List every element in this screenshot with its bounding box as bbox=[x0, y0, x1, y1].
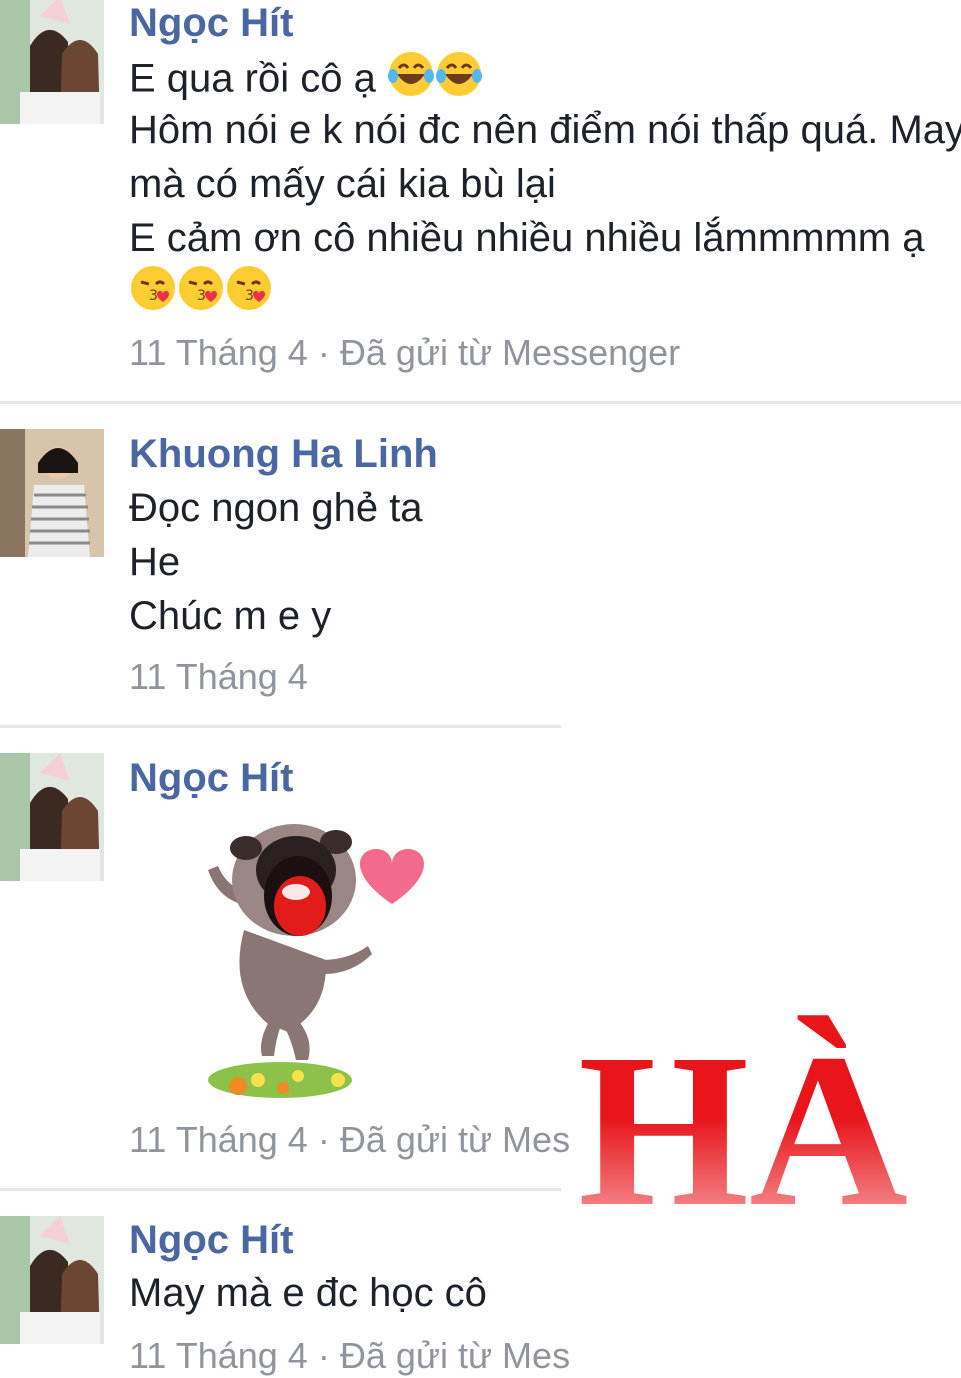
message-meta: 11 Tháng 4 · Đã gửi từ Mes bbox=[129, 1335, 571, 1376]
svg-text:3: 3 bbox=[149, 288, 158, 304]
svg-text:3: 3 bbox=[197, 288, 206, 304]
message-line: Đọc ngon ghẻ ta bbox=[129, 486, 423, 530]
avatar[interactable] bbox=[0, 0, 104, 124]
message-line: He bbox=[129, 540, 181, 584]
message-meta: 11 Tháng 4 bbox=[129, 656, 308, 697]
message-line: Chúc m e y bbox=[129, 594, 332, 638]
watermark-text: HÀ bbox=[578, 1010, 961, 1250]
avatar[interactable] bbox=[0, 429, 104, 557]
message-line: Hôm nói e k nói đc nên điểm nói thấp quá… bbox=[129, 108, 961, 152]
svg-text:3: 3 bbox=[245, 288, 254, 304]
message-meta: 11 Tháng 4 · Đã gửi từ Messenger bbox=[129, 332, 681, 373]
kissing-heart-icon: 3 bbox=[225, 264, 273, 326]
sender-name[interactable]: Khuong Ha Linh bbox=[129, 431, 438, 477]
sender-name[interactable]: Ngọc Hít bbox=[129, 0, 293, 46]
message-line: May mà e đc học cô bbox=[129, 1271, 487, 1315]
avatar[interactable] bbox=[0, 753, 104, 881]
kissing-heart-icon: 3 bbox=[129, 264, 177, 326]
message-line: mà có mấy cái kia bù lại bbox=[129, 162, 556, 206]
message-meta: 11 Tháng 4 · Đã gửi từ Mes bbox=[129, 1119, 571, 1160]
emoji-line: 3 3 3 bbox=[129, 264, 273, 326]
message-item: Ngọc Hít E qua rồi cô ạ Hôm nói e k nói … bbox=[0, 0, 961, 404]
sender-name[interactable]: Ngọc Hít bbox=[129, 1217, 293, 1263]
avatar[interactable] bbox=[0, 1216, 104, 1344]
pug-love-sticker[interactable] bbox=[188, 810, 432, 1106]
message-item: Khuong Ha Linh Đọc ngon ghẻ ta He Chúc m… bbox=[0, 404, 961, 726]
sender-name[interactable]: Ngọc Hít bbox=[129, 755, 293, 801]
kissing-heart-icon: 3 bbox=[177, 264, 225, 326]
message-line: E cảm ơn cô nhiều nhiều nhiều lắmmmmm ạ bbox=[129, 216, 925, 260]
